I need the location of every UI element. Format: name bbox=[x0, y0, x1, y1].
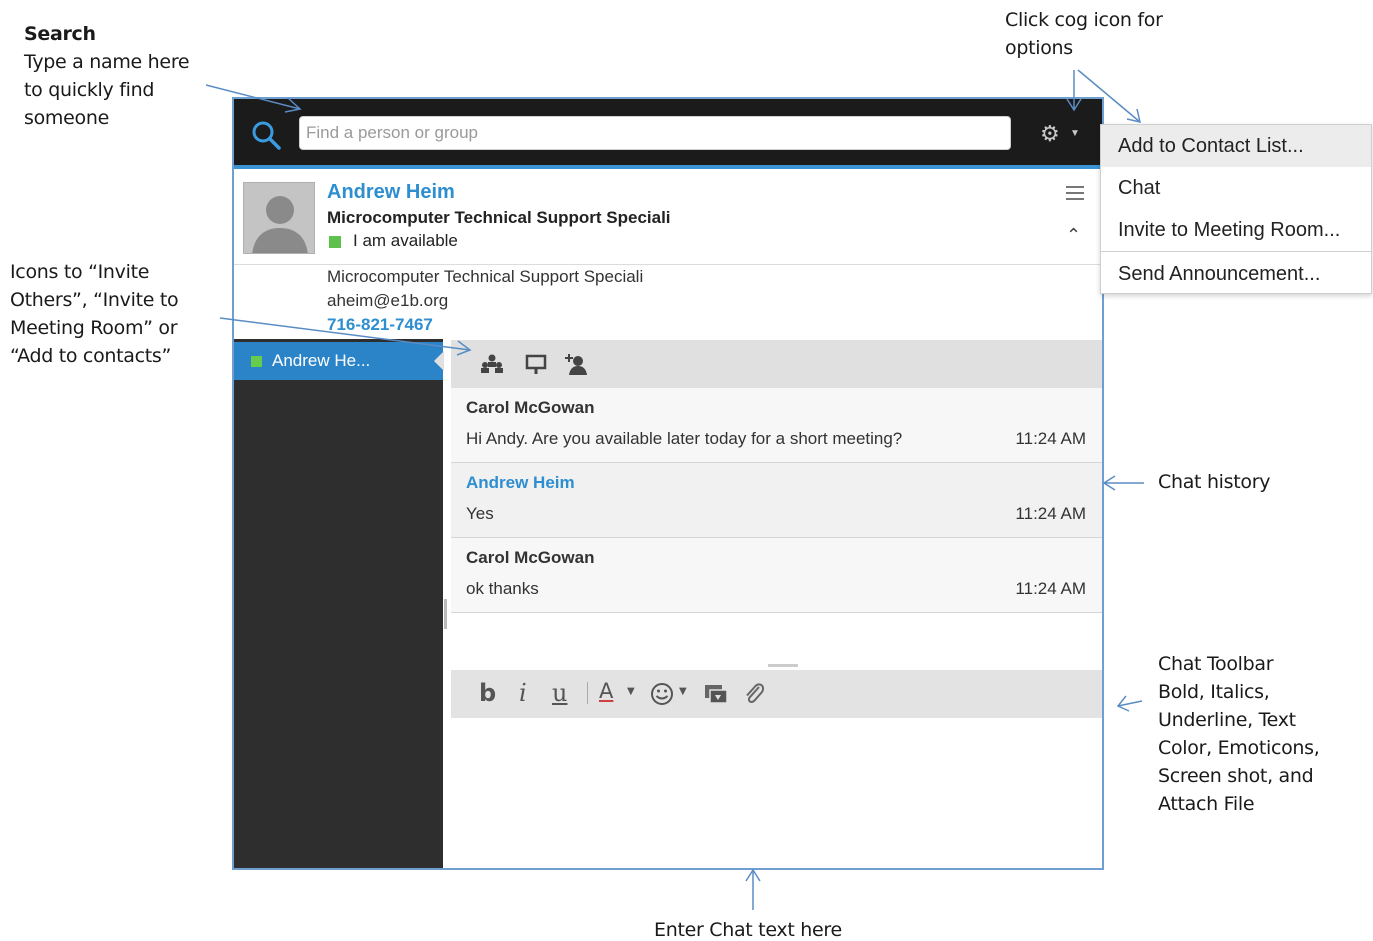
input-resize-handle[interactable] bbox=[768, 664, 798, 667]
message-time: 11:24 AM bbox=[1015, 429, 1086, 448]
status-indicator bbox=[251, 356, 262, 367]
enter-arrowhead bbox=[745, 868, 761, 882]
toolbar-annotation-line: Underline, Text bbox=[1158, 709, 1296, 731]
options-button[interactable]: ⚙ ▼ bbox=[1040, 119, 1082, 149]
format-toolbar: b i u A ▼ ▼ bbox=[451, 670, 1102, 718]
message-sender: Carol McGowan bbox=[466, 398, 595, 417]
menu-icon[interactable] bbox=[1066, 185, 1084, 201]
selected-notch bbox=[434, 351, 444, 371]
chat-actions-toolbar bbox=[451, 340, 1102, 388]
icons-annotation-line: “Add to contacts” bbox=[10, 345, 172, 367]
toolbar-annotation-line: Chat Toolbar bbox=[1158, 653, 1274, 675]
toolbar-arrow bbox=[1117, 700, 1143, 707]
avatar bbox=[243, 182, 315, 254]
italic-button[interactable]: i bbox=[519, 679, 527, 707]
history-annotation-text: Chat history bbox=[1158, 471, 1271, 493]
detail-title: Microcomputer Technical Support Speciali bbox=[327, 267, 644, 286]
cog-annotation-line: Click cog icon for bbox=[1005, 9, 1163, 31]
detail-phone[interactable]: 716-821-7467 bbox=[327, 313, 643, 337]
icons-annotation-line: Meeting Room” or bbox=[10, 317, 178, 339]
panel-splitter[interactable] bbox=[444, 599, 447, 629]
icons-annotation-line: Others”, “Invite to bbox=[10, 289, 179, 311]
search-input[interactable] bbox=[299, 116, 1011, 150]
toolbar-annotation-line: Attach File bbox=[1158, 793, 1255, 815]
message-text: ok thanks bbox=[466, 579, 539, 598]
cog-annotation-line: options bbox=[1005, 37, 1073, 59]
contact-title: Microcomputer Technical Support Speciali bbox=[327, 208, 671, 227]
message-time: 11:24 AM bbox=[1015, 579, 1086, 598]
search-annotation-line: someone bbox=[24, 107, 109, 129]
collapse-icon[interactable]: ⌃ bbox=[1066, 225, 1081, 246]
chat-history: Carol McGowan Hi Andy. Are you available… bbox=[451, 388, 1102, 613]
sidebar-item-label: Andrew He... bbox=[272, 351, 371, 370]
text-color-button[interactable]: A bbox=[599, 679, 613, 703]
contact-header: Andrew Heim Microcomputer Technical Supp… bbox=[234, 173, 1102, 265]
enter-annotation: Enter Chat text here bbox=[654, 916, 842, 941]
screenshot-icon[interactable] bbox=[703, 681, 729, 707]
cog-icon: ⚙ bbox=[1040, 121, 1060, 146]
menu-arrowhead bbox=[1126, 108, 1142, 124]
status-indicator bbox=[329, 236, 341, 248]
chat-sidebar: Andrew He... bbox=[234, 339, 444, 868]
cog-annotation: Click cog icon for options bbox=[1005, 6, 1163, 62]
toolbar-arrowhead bbox=[1116, 695, 1130, 712]
menu-item-chat[interactable]: Chat bbox=[1101, 167, 1371, 209]
contact-details: Microcomputer Technical Support Speciali… bbox=[327, 265, 643, 337]
chevron-down-icon[interactable]: ▼ bbox=[679, 686, 687, 697]
message-text: Yes bbox=[466, 504, 494, 523]
toolbar-annotation-line: Color, Emoticons, bbox=[1158, 737, 1320, 759]
history-arrowhead bbox=[1102, 475, 1116, 491]
message-sender: Andrew Heim bbox=[466, 473, 575, 492]
chat-message: Andrew Heim Yes 11:24 AM bbox=[451, 463, 1102, 538]
message-time: 11:24 AM bbox=[1015, 504, 1086, 523]
contact-name[interactable]: Andrew Heim bbox=[327, 181, 455, 204]
search-icon[interactable] bbox=[250, 119, 282, 151]
top-bar: ⚙▼ bbox=[234, 99, 1102, 169]
chat-message: Carol McGowan ok thanks 11:24 AM bbox=[451, 538, 1102, 613]
enter-annotation-text: Enter Chat text here bbox=[654, 919, 842, 941]
toolbar-separator bbox=[587, 682, 588, 704]
chat-input[interactable] bbox=[451, 718, 1102, 868]
search-annotation-line: Type a name here bbox=[24, 51, 190, 73]
icons-annotation-line: Icons to “Invite bbox=[10, 261, 150, 283]
menu-item-add-to-contact-list[interactable]: Add to Contact List... bbox=[1101, 125, 1371, 167]
menu-item-invite-to-meeting-room[interactable]: Invite to Meeting Room... bbox=[1101, 209, 1371, 251]
add-contact-icon[interactable] bbox=[565, 352, 591, 376]
search-annotation-heading: Search bbox=[24, 23, 96, 45]
bold-button[interactable]: b bbox=[479, 679, 496, 707]
message-text: Hi Andy. Are you available later today f… bbox=[466, 429, 903, 448]
sidebar-item-andrew-heim[interactable]: Andrew He... bbox=[234, 342, 444, 380]
meeting-room-icon[interactable] bbox=[523, 352, 549, 376]
menu-item-send-announcement[interactable]: Send Announcement... bbox=[1101, 253, 1371, 295]
toolbar-annotation-line: Screen shot, and bbox=[1158, 765, 1314, 787]
person-icon bbox=[244, 183, 314, 253]
icons-annotation: Icons to “Invite Others”, “Invite to Mee… bbox=[10, 258, 179, 370]
detail-email[interactable]: aheim@e1b.org bbox=[327, 289, 643, 313]
chat-window: ⚙▼ Andrew Heim Microcomputer Technical S… bbox=[232, 97, 1104, 870]
message-sender: Carol McGowan bbox=[466, 548, 595, 567]
toolbar-annotation-line: Bold, Italics, bbox=[1158, 681, 1270, 703]
chat-message: Carol McGowan Hi Andy. Are you available… bbox=[451, 388, 1102, 463]
menu-separator bbox=[1101, 251, 1371, 252]
options-menu: Add to Contact List... Chat Invite to Me… bbox=[1100, 124, 1372, 294]
attach-icon[interactable] bbox=[741, 680, 767, 708]
chevron-down-icon: ▼ bbox=[1070, 128, 1080, 139]
toolbar-annotation: Chat Toolbar Bold, Italics, Underline, T… bbox=[1158, 650, 1320, 818]
search-annotation-line: to quickly find bbox=[24, 79, 155, 101]
search-annotation: Search Type a name here to quickly find … bbox=[24, 20, 190, 132]
emoticon-icon[interactable] bbox=[649, 681, 675, 707]
invite-others-icon[interactable] bbox=[479, 352, 505, 376]
chevron-down-icon[interactable]: ▼ bbox=[627, 686, 635, 697]
underline-button[interactable]: u bbox=[552, 679, 567, 707]
history-annotation: Chat history bbox=[1158, 468, 1271, 496]
status-text: I am available bbox=[353, 231, 458, 250]
